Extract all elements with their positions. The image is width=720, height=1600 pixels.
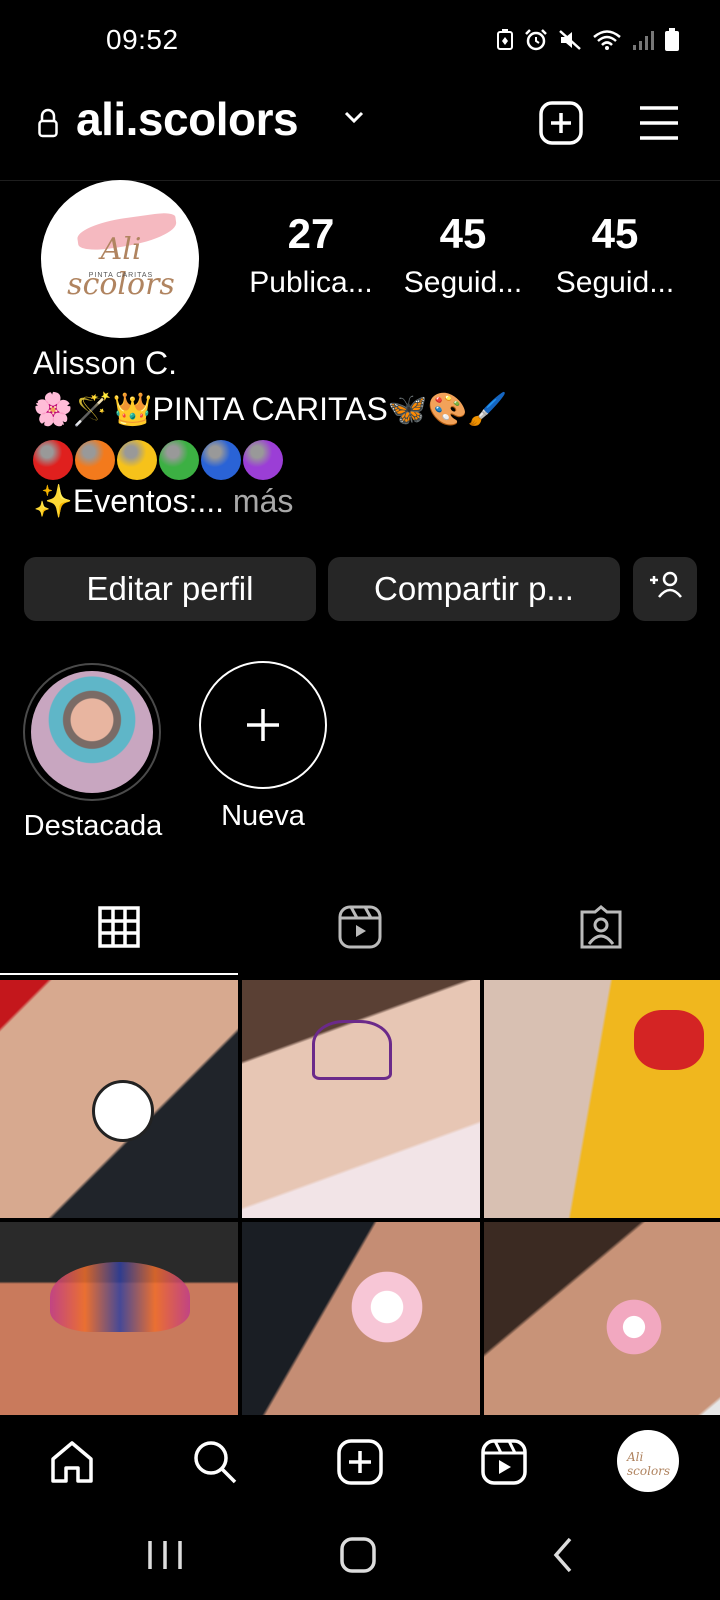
discover-people-button[interactable] [633,557,697,621]
chevron-down-icon[interactable] [343,110,365,129]
home-button-icon[interactable] [338,1535,388,1575]
profile-username[interactable]: ali.scolors [76,92,299,146]
orange-circle-icon [75,440,115,480]
profile-avatar[interactable]: Ali scolors PINTA CARITAS [41,180,199,338]
plus-square-icon [538,101,584,150]
tab-grid[interactable] [96,904,142,950]
grid-post[interactable] [484,980,720,1218]
yellow-circle-icon [117,440,157,480]
butterfly-mask-paint [50,1262,190,1332]
reels-icon [337,905,383,954]
stat-following-label: Seguid... [555,266,675,299]
flower-paint [342,1262,432,1352]
avatar-logo-text: Ali scolors [67,232,175,302]
signal-icon [632,29,654,56]
add-person-icon [648,570,682,608]
bio-events-text: ✨Eventos:... [33,483,225,519]
tab-reels[interactable] [337,904,383,950]
hamburger-menu-icon [636,106,682,150]
alarm-icon [524,29,548,56]
status-icons [496,28,680,57]
bio-more-link[interactable]: más [224,483,293,519]
nav-create[interactable] [336,1438,384,1486]
highlight-label: Destacada [23,810,163,842]
bio-line-events: ✨Eventos:... más [33,482,293,520]
new-highlight-label: Nueva [221,800,305,832]
grid-icon [96,906,142,954]
search-icon [191,1441,239,1490]
stat-posts[interactable]: 27 Publica... [238,210,384,300]
spider-web-paint [312,1020,392,1080]
grid-post[interactable] [242,980,480,1218]
flower-paint [604,1282,664,1372]
bio-color-circles [33,440,283,480]
green-circle-icon [159,440,199,480]
stat-following-value: 45 [591,210,639,257]
share-profile-button[interactable]: Compartir p... [328,557,620,621]
wifi-icon [592,29,622,56]
nav-reels[interactable] [480,1438,528,1486]
highlight-cover[interactable] [31,671,153,793]
tagged-icon [578,905,624,954]
nav-home[interactable] [48,1438,96,1486]
plus-icon [243,693,283,758]
grid-post[interactable] [0,980,238,1218]
tab-tagged[interactable] [578,904,624,950]
edit-profile-button[interactable]: Editar perfil [24,557,316,621]
lock-icon [38,108,58,138]
home-icon [48,1441,96,1490]
reels-icon [480,1439,528,1490]
soccer-ball-paint [92,1080,154,1142]
battery-saver-icon [496,29,514,56]
new-highlight-button[interactable] [199,661,327,789]
stat-following[interactable]: 45 Seguid... [542,210,688,300]
stat-followers-label: Seguid... [403,266,523,299]
stat-posts-label: Publica... [249,266,373,299]
stat-posts-value: 27 [287,210,335,257]
stat-followers[interactable]: 45 Seguid... [390,210,536,300]
nav-profile-avatar[interactable]: Ali scolors [617,1430,679,1492]
bio-line-title: 🌸🪄👑PINTA CARITAS🦋🎨🖌️ [33,391,508,427]
stat-followers-value: 45 [439,210,487,257]
mute-icon [558,29,582,56]
battery-icon [664,28,680,57]
profile-name: Alisson C. [33,345,178,381]
avatar-logo-subtitle: PINTA CARITAS [88,272,154,279]
create-icon [336,1439,384,1490]
active-tab-indicator [0,973,238,975]
create-button[interactable] [538,100,584,146]
back-icon[interactable] [548,1535,598,1575]
spider-mask-paint [634,1010,704,1070]
red-circle-icon [33,440,73,480]
status-time: 09:52 [106,24,179,55]
nav-search[interactable] [191,1438,239,1486]
recents-icon[interactable] [140,1535,190,1575]
menu-button[interactable] [636,100,682,146]
purple-circle-icon [243,440,283,480]
blue-circle-icon [201,440,241,480]
nav-avatar-logo: Ali scolors [627,1450,671,1478]
